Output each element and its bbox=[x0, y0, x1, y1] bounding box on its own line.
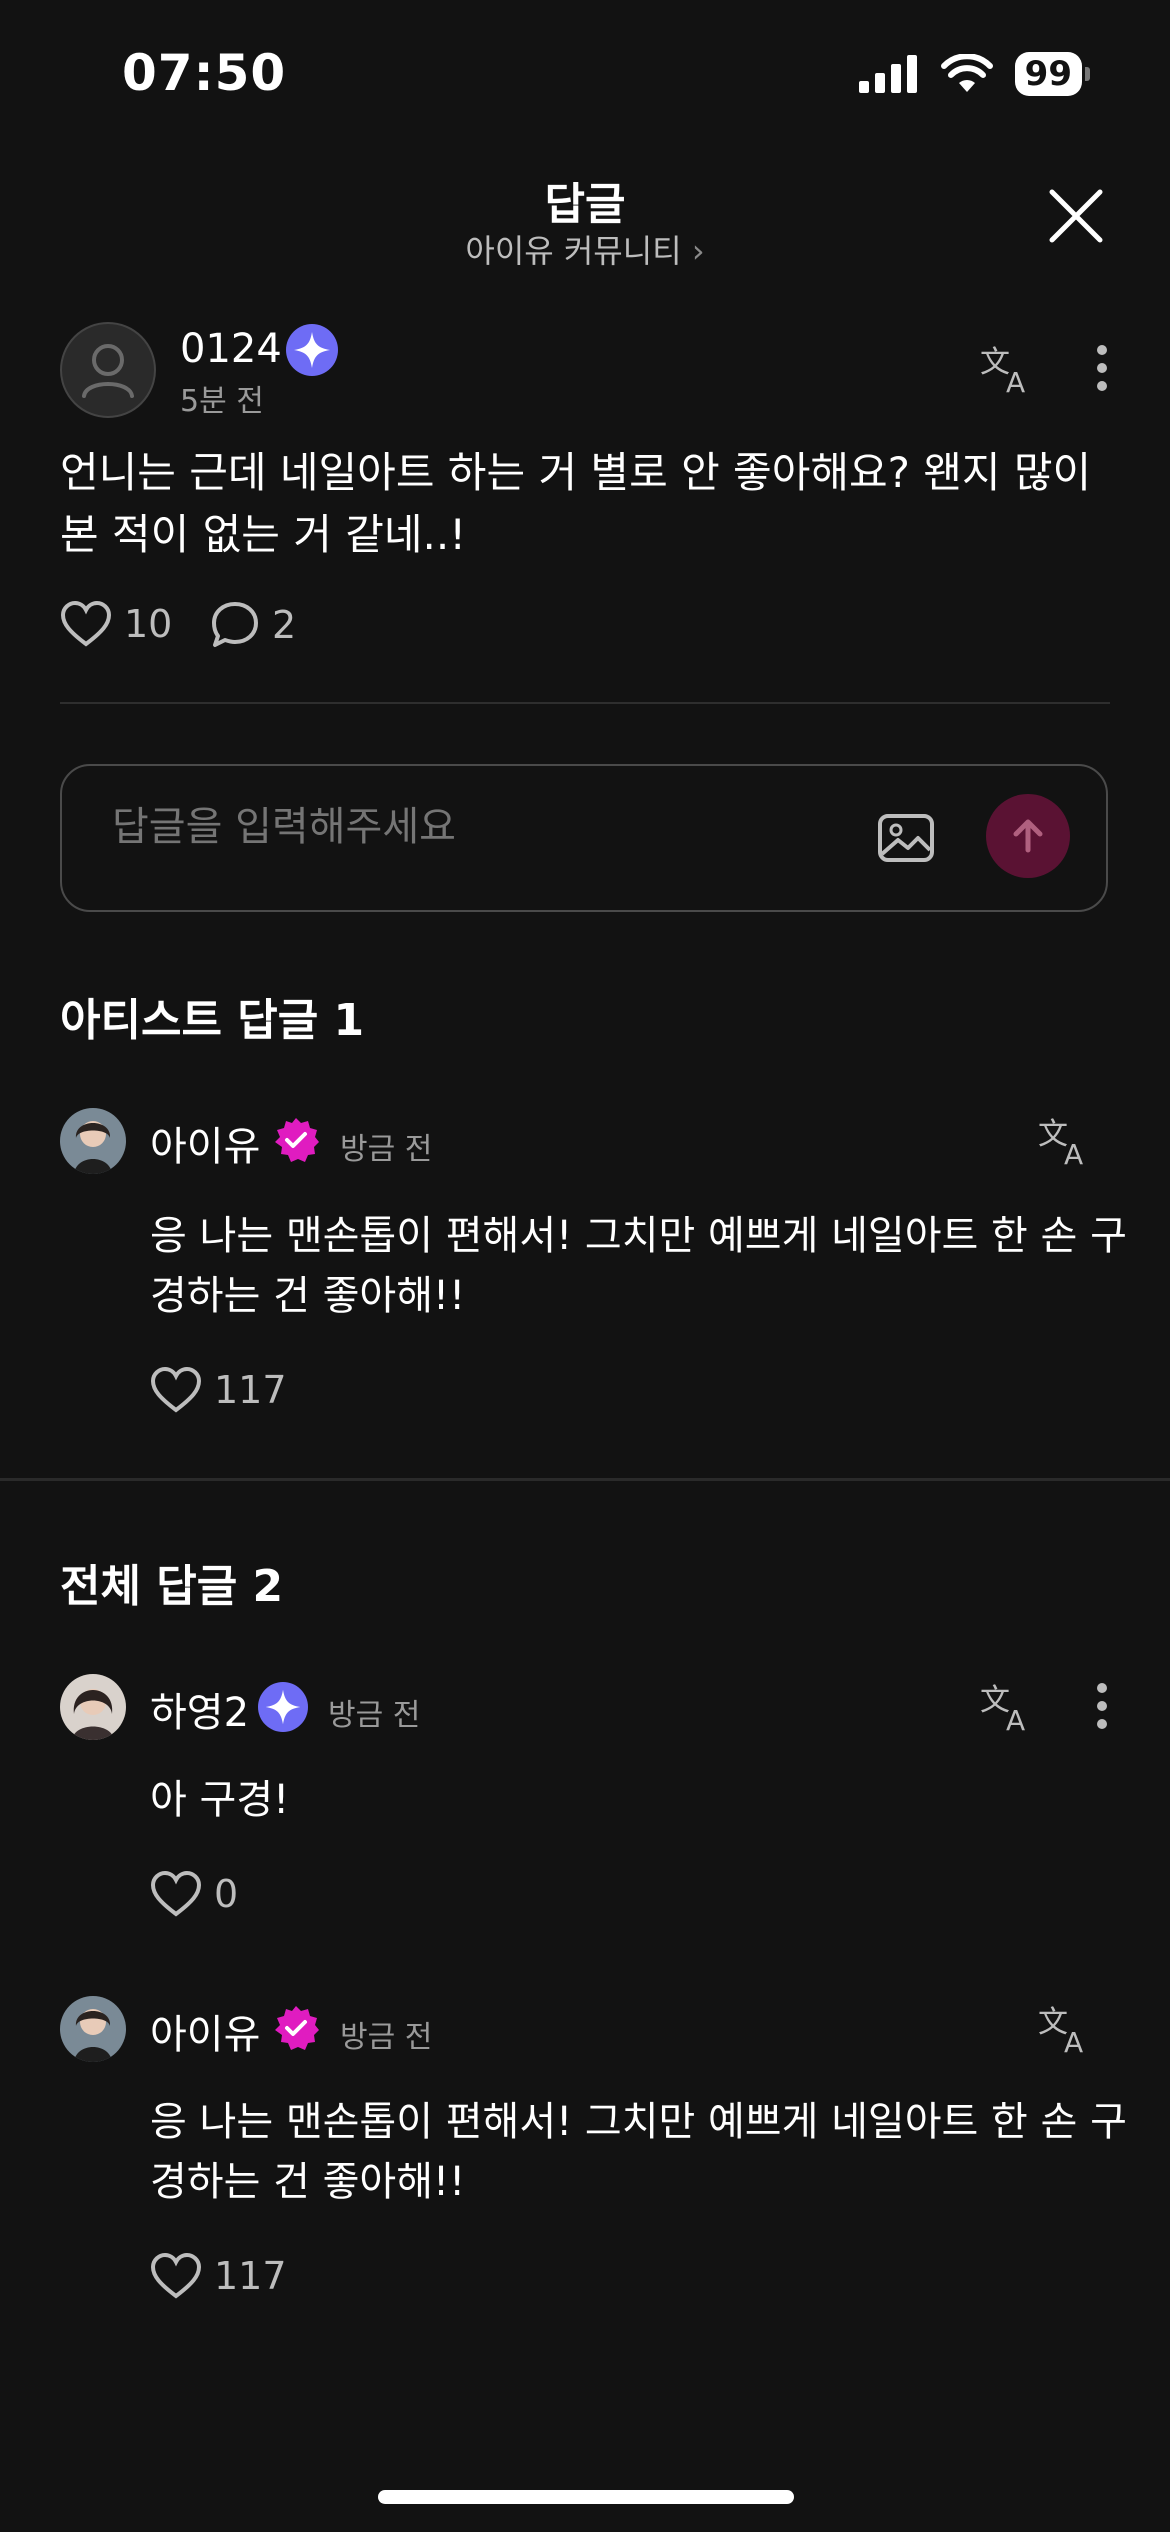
signal-icon bbox=[858, 55, 917, 93]
post-text: 언니는 근데 네일아트 하는 거 별로 안 좋아해요? 왠지 많이 본 적이 없… bbox=[60, 448, 1092, 559]
status-time: 07:50 bbox=[122, 44, 287, 102]
comment-count: 2 bbox=[272, 603, 297, 647]
translate-icon[interactable]: 文 A bbox=[1038, 2002, 1096, 2054]
artist-replies-title: 아티스트 답글 1 bbox=[60, 995, 365, 1046]
svg-text:A: A bbox=[1006, 366, 1025, 394]
comment-button[interactable]: 2 bbox=[210, 600, 296, 650]
like-count: 10 bbox=[124, 602, 173, 646]
close-icon[interactable] bbox=[1046, 186, 1106, 246]
svg-text:A: A bbox=[1064, 1138, 1083, 1166]
translate-icon[interactable]: 文 A bbox=[980, 1680, 1038, 1732]
arrow-up-icon bbox=[1013, 819, 1043, 853]
fan-badge-icon bbox=[258, 1682, 308, 1732]
reply-time: 방금 전 bbox=[340, 1132, 433, 1167]
like-button[interactable]: 117 bbox=[150, 2252, 287, 2300]
status-icons: 99 bbox=[858, 52, 1090, 96]
default-user-icon bbox=[82, 344, 134, 398]
home-indicator bbox=[378, 2490, 794, 2504]
reply-author[interactable]: 아이유 bbox=[150, 1114, 260, 1172]
image-icon[interactable] bbox=[876, 808, 936, 868]
battery-indicator: 99 bbox=[1014, 52, 1090, 96]
page-title: 답글 bbox=[544, 179, 626, 230]
wifi-icon bbox=[940, 54, 993, 92]
heart-icon bbox=[150, 2252, 202, 2299]
battery-level: 99 bbox=[1014, 52, 1082, 96]
avatar[interactable] bbox=[60, 322, 156, 418]
like-button[interactable]: 0 bbox=[150, 1870, 238, 1918]
avatar[interactable] bbox=[60, 1996, 126, 2062]
reply-author[interactable]: 아이유 bbox=[150, 2002, 260, 2060]
heart-icon bbox=[60, 600, 112, 647]
post-time: 5분 전 bbox=[180, 384, 264, 419]
like-count: 117 bbox=[214, 2254, 287, 2298]
artist-avatar-image bbox=[60, 1996, 126, 2062]
more-options-icon[interactable] bbox=[1094, 342, 1110, 394]
reply-text: 아 구경! bbox=[150, 1777, 290, 1823]
fan-badge-icon bbox=[286, 324, 338, 376]
reply-text: 응 나는 맨손톱이 편해서! 그치만 예쁘게 네일아트 한 손 구경하는 건 좋… bbox=[150, 2099, 1127, 2205]
more-options-icon[interactable] bbox=[1094, 1680, 1110, 1732]
post-author[interactable]: 0124 bbox=[180, 326, 282, 372]
avatar[interactable] bbox=[60, 1674, 126, 1740]
like-button[interactable]: 117 bbox=[150, 1366, 287, 1414]
translate-icon[interactable]: 文 A bbox=[980, 342, 1038, 394]
reply-author[interactable]: 하영2 bbox=[150, 1680, 249, 1738]
all-replies-title: 전체 답글 2 bbox=[60, 1561, 284, 1612]
chevron-right-icon: › bbox=[691, 232, 705, 270]
svg-text:A: A bbox=[1064, 2026, 1083, 2054]
community-link[interactable]: 아이유 커뮤니티 › bbox=[0, 226, 1170, 272]
heart-icon bbox=[150, 1366, 202, 1413]
like-count: 117 bbox=[214, 1368, 287, 1412]
reply-input[interactable] bbox=[112, 804, 812, 850]
section-divider bbox=[0, 1478, 1170, 1481]
reply-time: 방금 전 bbox=[340, 2020, 433, 2055]
translate-icon[interactable]: 文 A bbox=[1038, 1114, 1096, 1166]
like-button[interactable]: 10 bbox=[60, 600, 172, 648]
artist-avatar-image bbox=[60, 1108, 126, 1174]
send-button[interactable] bbox=[986, 794, 1070, 878]
comment-icon bbox=[212, 602, 258, 647]
community-name: 아이유 커뮤니티 bbox=[465, 232, 682, 270]
heart-icon bbox=[150, 1870, 202, 1917]
verified-artist-badge-icon bbox=[275, 1118, 319, 1162]
svg-text:A: A bbox=[1006, 1704, 1025, 1732]
divider bbox=[60, 702, 1110, 704]
reply-time: 방금 전 bbox=[328, 1698, 421, 1733]
avatar[interactable] bbox=[60, 1108, 126, 1174]
user-avatar-image bbox=[60, 1674, 126, 1740]
reply-text: 응 나는 맨손톱이 편해서! 그치만 예쁘게 네일아트 한 손 구경하는 건 좋… bbox=[150, 1213, 1127, 1319]
like-count: 0 bbox=[214, 1872, 239, 1916]
reply-input-box bbox=[60, 764, 1108, 912]
verified-artist-badge-icon bbox=[275, 2006, 319, 2050]
